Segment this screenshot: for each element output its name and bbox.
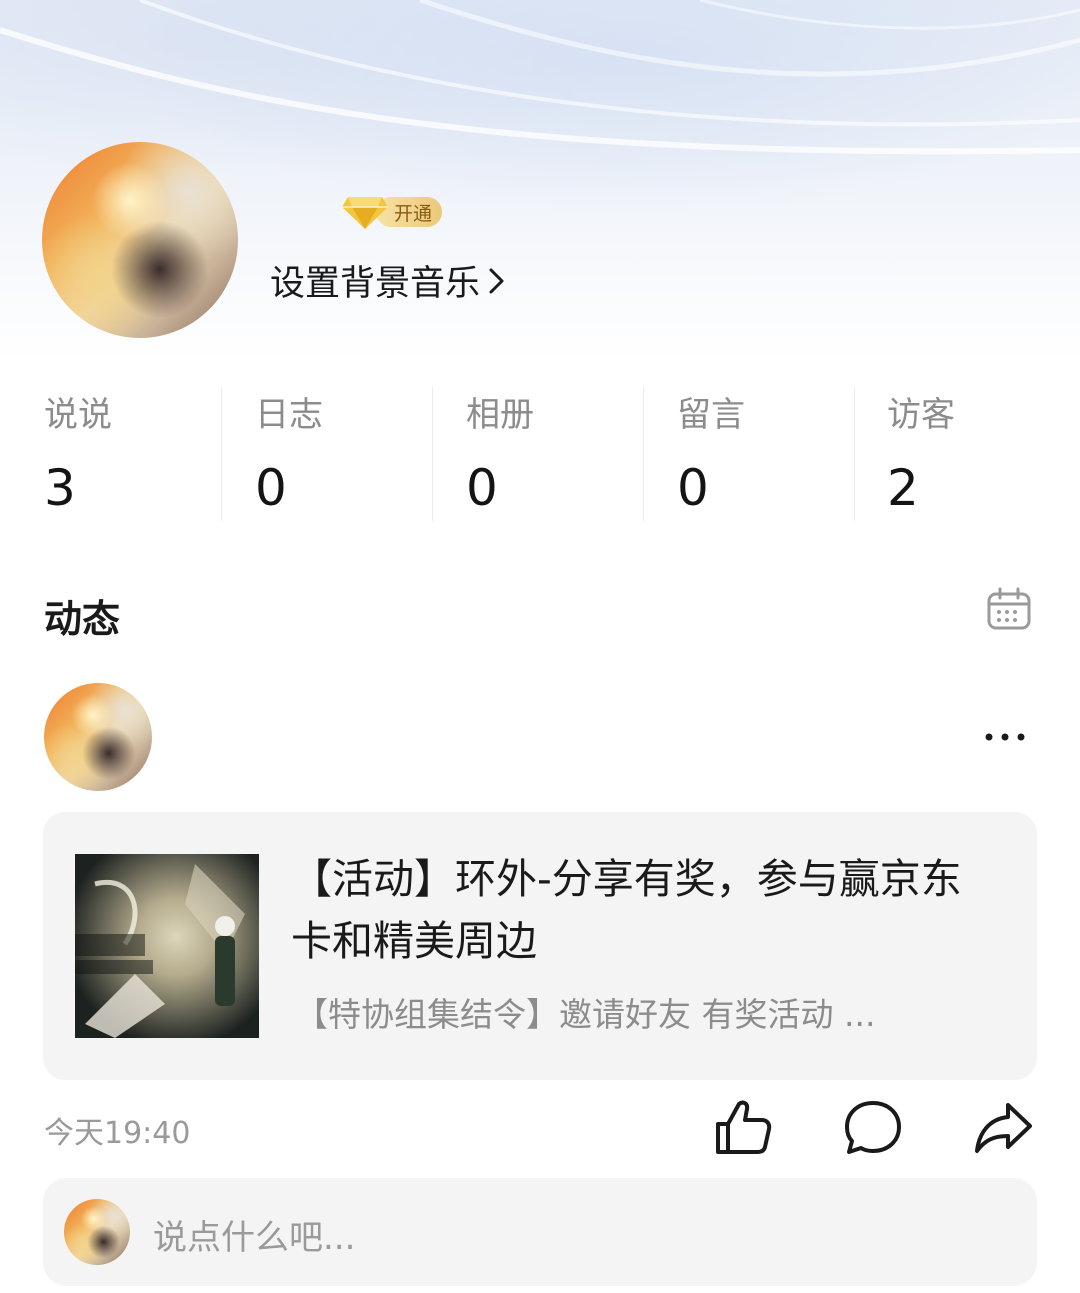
avatar-image	[64, 1199, 130, 1265]
diamond-icon	[342, 197, 388, 229]
profile-stats-bar: 说说 3 日志 0 相册 0 留言 0 访客 2	[0, 385, 1080, 525]
comment-input-box[interactable]: 说点什么吧...	[43, 1178, 1037, 1286]
stat-label: 说说	[44, 395, 112, 435]
vip-open-badge[interactable]: 开通	[340, 193, 443, 231]
feed-section-title: 动态	[44, 597, 121, 641]
stat-value: 0	[466, 459, 498, 517]
stat-label: 留言	[677, 395, 745, 435]
stat-value: 3	[44, 459, 76, 517]
calendar-icon[interactable]	[986, 586, 1032, 632]
stat-shuoshuo[interactable]: 说说 3	[44, 385, 214, 525]
shared-link-thumbnail	[75, 854, 259, 1038]
post-author-avatar[interactable]	[44, 683, 152, 791]
comment-icon[interactable]	[842, 1097, 904, 1159]
avatar-image	[44, 683, 152, 791]
stat-divider	[221, 387, 222, 521]
bgm-link-label: 设置背景音乐	[270, 264, 481, 304]
shared-link-subtitle: 【特协组集结令】邀请好友 有奖活动 ...	[295, 995, 876, 1034]
avatar-image	[42, 142, 238, 338]
chevron-right-icon	[489, 268, 504, 293]
comment-placeholder: 说点什么吧...	[153, 1218, 356, 1258]
stat-value: 0	[677, 459, 709, 517]
stat-label: 访客	[887, 395, 955, 435]
commenter-avatar	[64, 1199, 130, 1265]
stat-value: 0	[255, 459, 287, 517]
stat-value: 2	[887, 459, 919, 517]
stat-label: 日志	[255, 395, 323, 435]
stat-divider	[854, 387, 855, 521]
like-icon[interactable]	[712, 1097, 774, 1159]
stat-visitors[interactable]: 访客 2	[887, 385, 1057, 525]
stat-divider	[643, 387, 644, 521]
profile-page: 开通 设置背景音乐 说说 3 日志 0 相册 0 留言 0 访客 2 动态 【活…	[0, 0, 1080, 1293]
stat-album[interactable]: 相册 0	[466, 385, 636, 525]
thumbnail-art	[75, 854, 259, 1038]
stat-blog[interactable]: 日志 0	[255, 385, 425, 525]
shared-link-title: 【活动】环外-分享有奖，参与赢京东卡和精美周边	[291, 855, 962, 965]
stat-messages[interactable]: 留言 0	[677, 385, 847, 525]
stat-divider	[432, 387, 433, 521]
share-icon[interactable]	[972, 1097, 1034, 1159]
more-options-icon[interactable]	[982, 722, 1028, 752]
stat-label: 相册	[466, 395, 534, 435]
post-timestamp: 今天19:40	[44, 1116, 191, 1151]
shared-link-card[interactable]: 【活动】环外-分享有奖，参与赢京东卡和精美周边 【特协组集结令】邀请好友 有奖活…	[43, 812, 1037, 1080]
profile-avatar[interactable]	[42, 142, 238, 338]
set-background-music-link[interactable]: 设置背景音乐	[270, 255, 508, 306]
